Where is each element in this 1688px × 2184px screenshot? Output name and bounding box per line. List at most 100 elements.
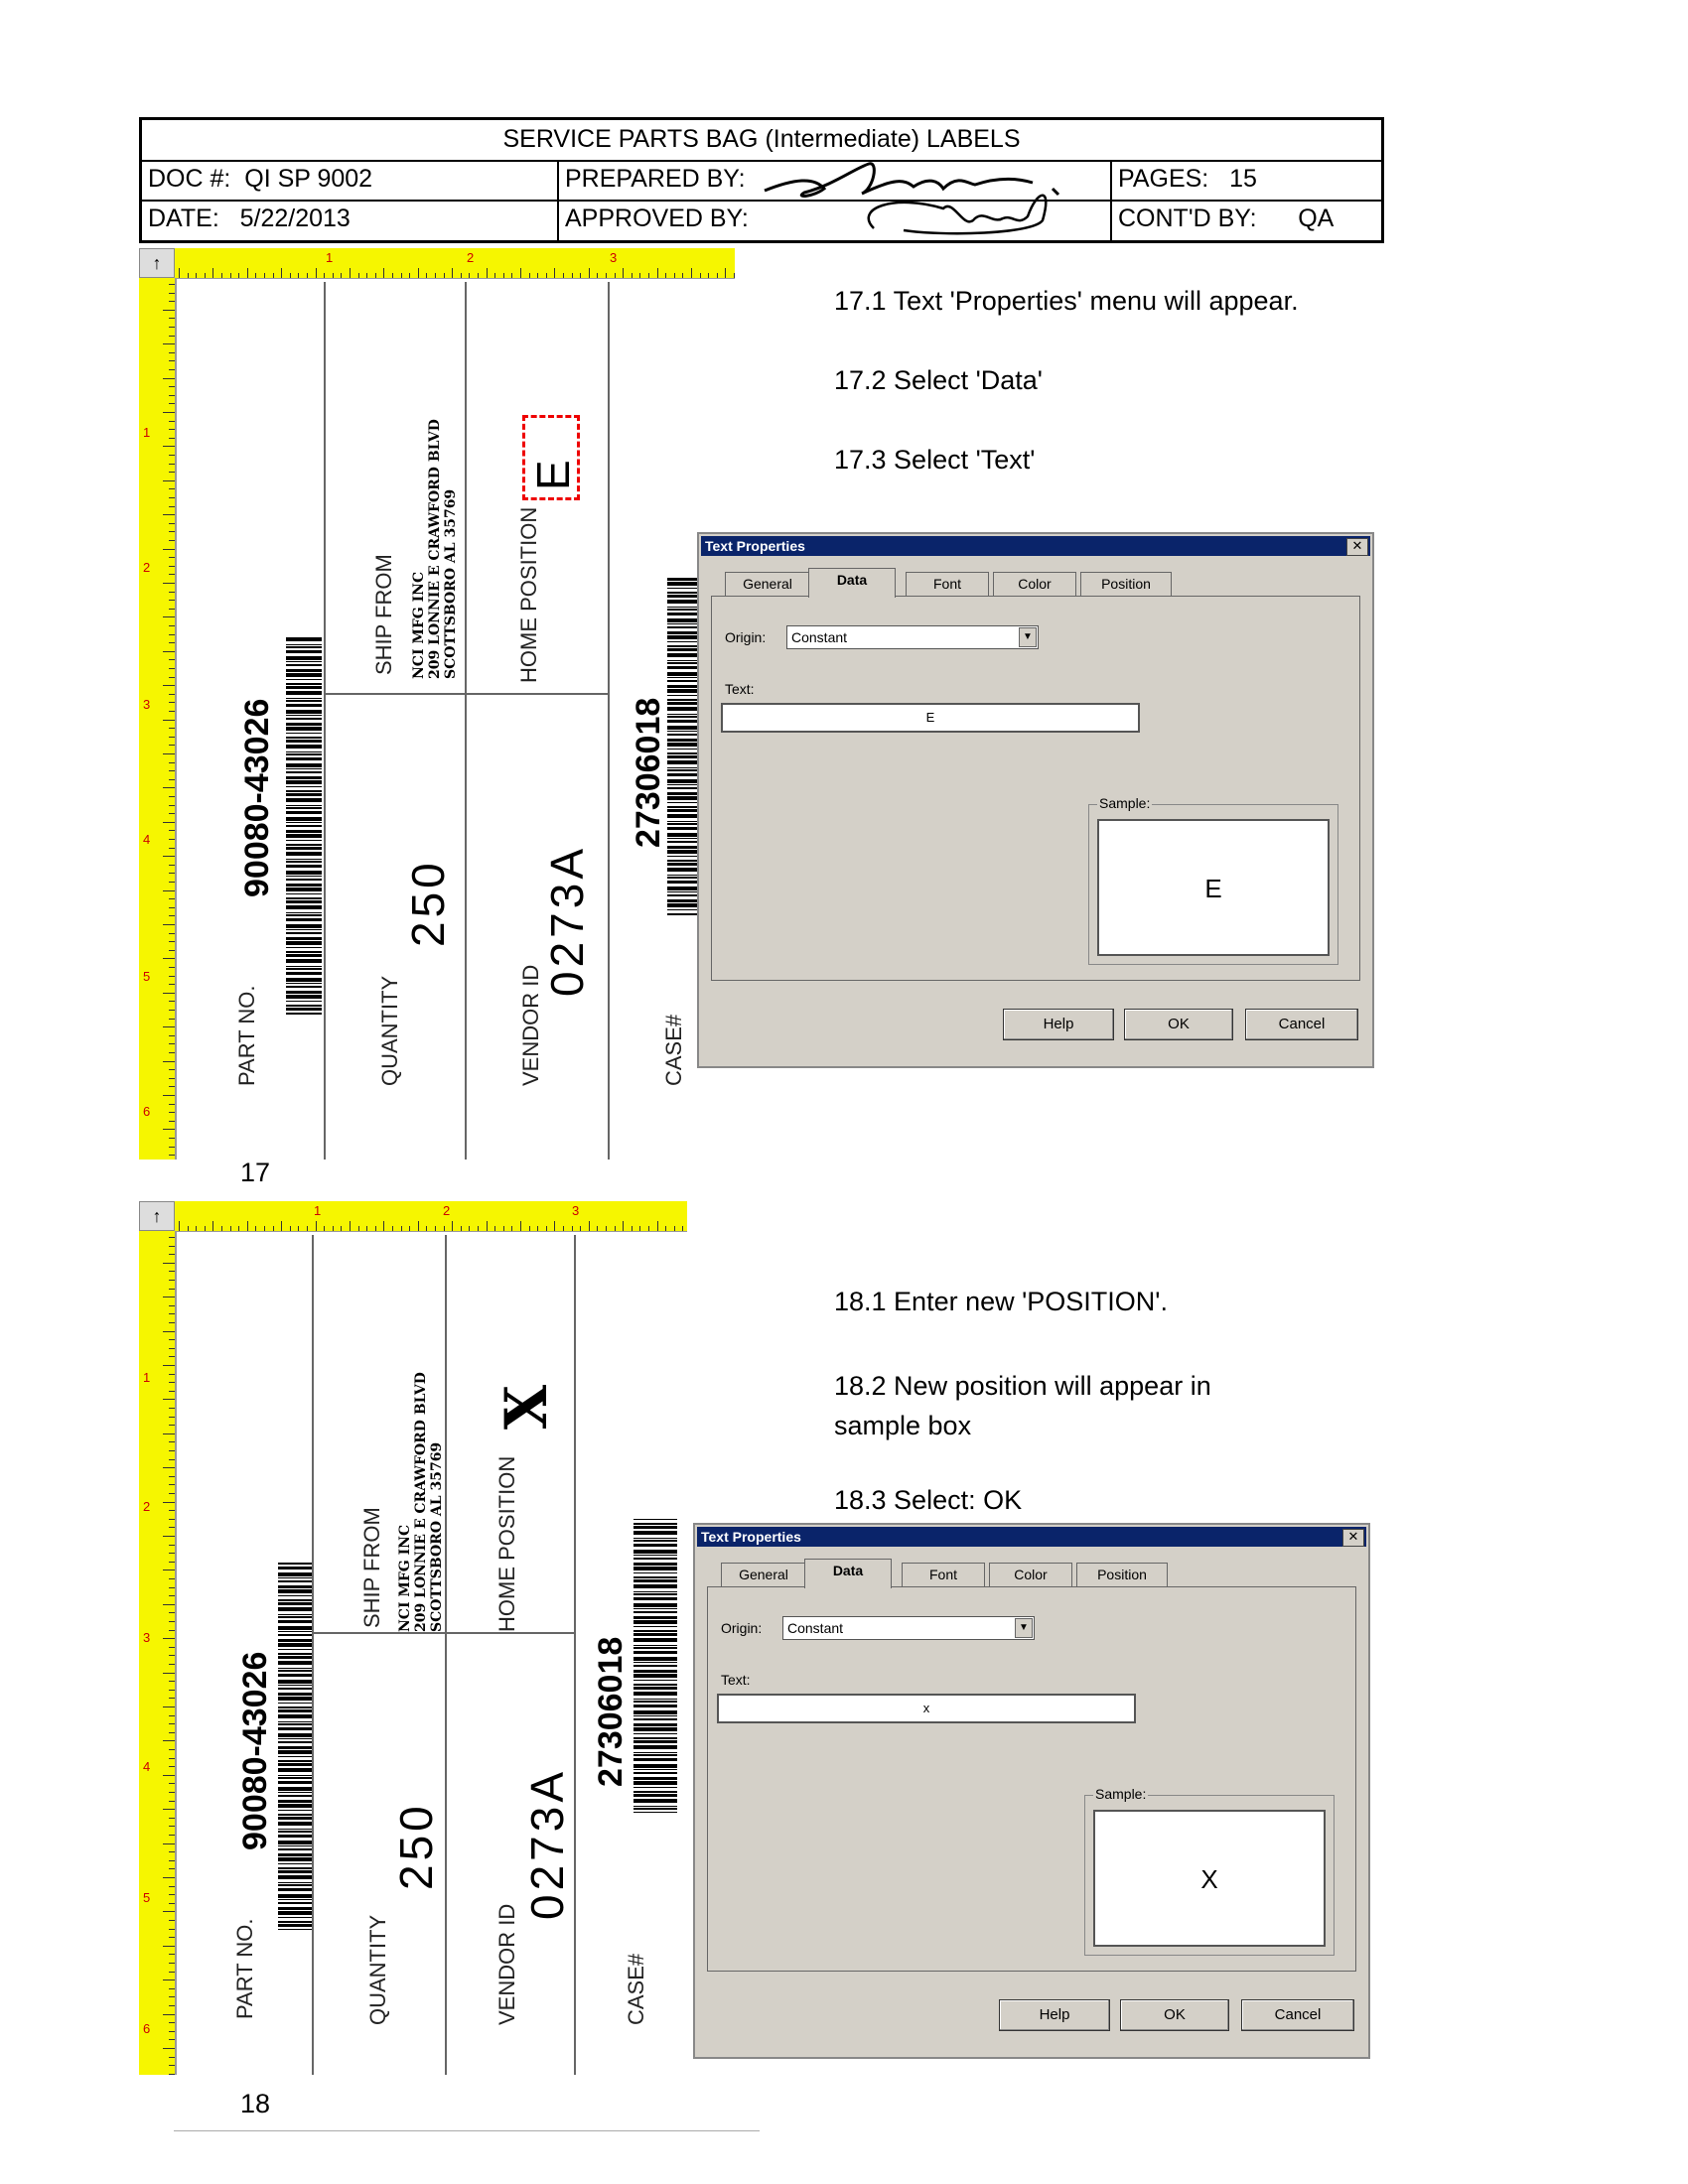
vendor-id-value: 0273A	[521, 1767, 573, 1920]
ruler-number: 1	[143, 425, 151, 440]
address-line: NCI MFG INC	[411, 571, 427, 679]
case-label: CASE#	[661, 1014, 686, 1086]
tab-data[interactable]: Data	[808, 568, 896, 598]
tab-general[interactable]: General	[725, 572, 810, 596]
tab-font[interactable]: Font	[906, 572, 989, 596]
ruler-number: 6	[143, 1104, 151, 1119]
quantity-label: QUANTITY	[365, 1914, 390, 2025]
ok-button[interactable]: OK	[1124, 1009, 1233, 1040]
figure-caption-17: 17	[240, 1158, 271, 1187]
date-value: 5/22/2013	[239, 205, 351, 232]
chevron-down-icon[interactable]: ▼	[1015, 1618, 1033, 1638]
step-18-1: 18.1 Enter new 'POSITION'.	[834, 1287, 1168, 1316]
ruler-vertical	[139, 278, 177, 1160]
ruler-number: 2	[443, 1203, 451, 1218]
ruler-number: 4	[143, 832, 151, 847]
ruler-number: 3	[610, 250, 618, 265]
help-button[interactable]: Help	[999, 1999, 1110, 2031]
address-line: 209 LONNIE E CRAWFORD BLVD	[413, 1372, 429, 1632]
step-18-3: 18.3 Select: OK	[834, 1485, 1023, 1515]
part-number-label: PART NO.	[234, 985, 259, 1086]
address-line: SCOTTSBORO AL 35769	[443, 488, 459, 679]
quantity-value: 250	[390, 1802, 442, 1890]
close-icon[interactable]: ✕	[1346, 538, 1368, 556]
help-button[interactable]: Help	[1003, 1009, 1114, 1040]
ruler-number: 5	[143, 1890, 151, 1905]
vendor-id-label: VENDOR ID	[494, 1903, 519, 2025]
part-number-barcode	[286, 637, 322, 1015]
close-icon[interactable]: ✕	[1342, 1529, 1364, 1547]
figure-caption-18: 18	[240, 2089, 271, 2118]
contd-value: QA	[1298, 205, 1335, 232]
text-input[interactable]: E	[721, 703, 1140, 733]
tab-data[interactable]: Data	[804, 1559, 892, 1588]
part-number-barcode	[278, 1563, 312, 1930]
home-position-value: E	[527, 460, 579, 490]
ship-from-label: SHIP FROM	[371, 554, 396, 675]
text-properties-dialog-17: Text Properties ✕ General Data Font Colo…	[697, 532, 1374, 1068]
case-label: CASE#	[624, 1953, 648, 2025]
date-label: DATE:	[148, 205, 219, 232]
ruler-horizontal	[139, 248, 735, 279]
doc-value: QI SP 9002	[244, 165, 373, 193]
origin-select[interactable]: Constant ▼	[786, 625, 1039, 649]
ruler-vertical	[139, 1231, 177, 2075]
sample-label: Sample:	[1093, 1786, 1149, 1802]
address-line: 209 LONNIE E CRAWFORD BLVD	[427, 419, 443, 679]
text-label: Text:	[721, 1672, 751, 1688]
ruler-number: 1	[143, 1370, 151, 1385]
text-input[interactable]: x	[717, 1694, 1136, 1723]
home-position-label: HOME POSITION	[494, 1455, 519, 1632]
home-position-value[interactable]: X	[492, 1385, 560, 1430]
case-barcode	[633, 1519, 677, 1813]
address-line: SCOTTSBORO AL 35769	[429, 1441, 445, 1632]
pages-label: PAGES:	[1118, 165, 1209, 193]
tab-color[interactable]: Color	[989, 1563, 1072, 1586]
text-properties-dialog-18: Text Properties ✕ General Data Font Colo…	[693, 1523, 1370, 2059]
tab-color[interactable]: Color	[993, 572, 1076, 596]
tab-font[interactable]: Font	[902, 1563, 985, 1586]
address-line: NCI MFG INC	[397, 1524, 413, 1632]
pages-value: 15	[1229, 165, 1257, 193]
ship-from-label: SHIP FROM	[359, 1507, 384, 1628]
step-17-2: 17.2 Select 'Data'	[834, 365, 1043, 395]
sample-label: Sample:	[1097, 795, 1153, 811]
ruler-number: 2	[143, 1499, 151, 1514]
origin-select-value: Constant	[787, 1620, 844, 1636]
sample-group: Sample: X	[1084, 1786, 1335, 1956]
contd-label: CONT'D BY:	[1118, 205, 1257, 232]
origin-select[interactable]: Constant ▼	[782, 1616, 1035, 1640]
label-editor-17: ↑ 1 2 3 1 2 3 4 5 6 90080-43026 PART NO.…	[139, 248, 735, 1160]
cancel-button[interactable]: Cancel	[1241, 1999, 1354, 2031]
shipping-label[interactable]: 90080-43026 PART NO. 250 QUANTITY SHIP F…	[177, 1235, 687, 2075]
cancel-button[interactable]: Cancel	[1245, 1009, 1358, 1040]
up-arrow-icon[interactable]: ↑	[139, 248, 175, 278]
ruler-number: 5	[143, 969, 151, 984]
case-number-value: 27306018	[592, 1636, 630, 1787]
up-arrow-icon[interactable]: ↑	[139, 1201, 175, 1231]
chevron-down-icon[interactable]: ▼	[1019, 627, 1037, 647]
tab-position[interactable]: Position	[1076, 1563, 1168, 1586]
sample-group: Sample: E	[1088, 795, 1338, 965]
shipping-label[interactable]: 90080-43026 PART NO. 250 QUANTITY SHIP F…	[177, 282, 735, 1160]
case-number-value: 27306018	[630, 697, 667, 848]
origin-label: Origin:	[721, 1620, 763, 1636]
ok-button[interactable]: OK	[1120, 1999, 1229, 2031]
origin-select-value: Constant	[791, 629, 848, 645]
ruler-number: 2	[143, 560, 151, 575]
ruler-number: 1	[326, 250, 334, 265]
ruler-number: 4	[143, 1759, 151, 1774]
ruler-number: 3	[143, 1630, 151, 1645]
origin-label: Origin:	[725, 629, 767, 645]
dialog-title: Text Properties	[701, 536, 1370, 556]
ruler-horizontal	[139, 1201, 687, 1232]
tab-general[interactable]: General	[721, 1563, 806, 1586]
sample-preview: E	[1097, 819, 1330, 956]
tab-position[interactable]: Position	[1080, 572, 1172, 596]
vendor-id-label: VENDOR ID	[518, 964, 543, 1086]
dialog-title: Text Properties	[697, 1527, 1366, 1547]
step-18-2: 18.2 New position will appear in sample …	[834, 1371, 1211, 1440]
ship-from-address: NCI MFG INC 209 LONNIE E CRAWFORD BLVD S…	[397, 1372, 445, 1632]
footer-divider	[174, 2130, 760, 2131]
part-number-value: 90080-43026	[236, 1651, 274, 1850]
